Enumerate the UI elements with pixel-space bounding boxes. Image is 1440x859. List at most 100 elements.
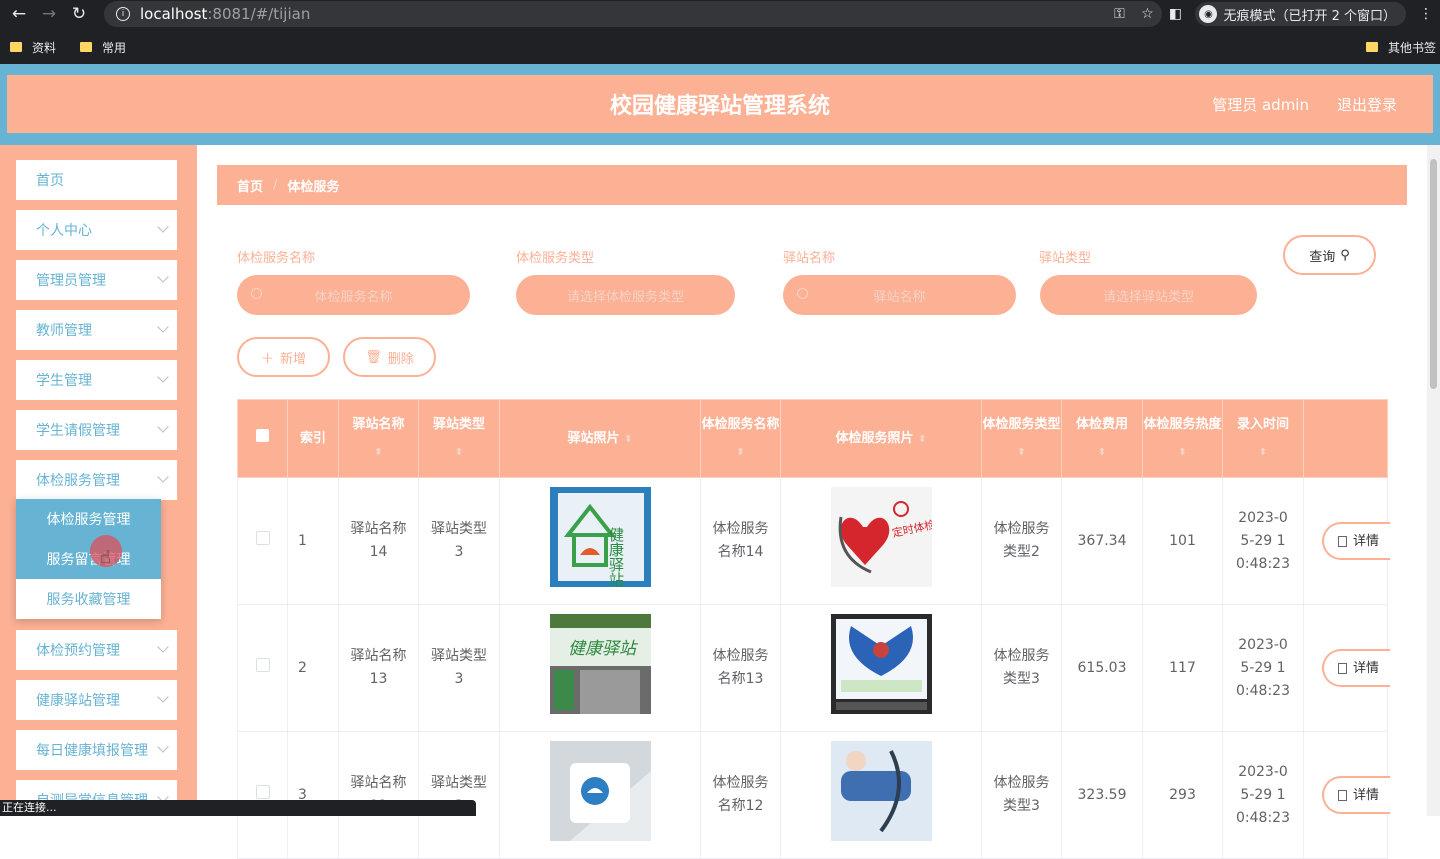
app-topbar: 校园健康驿站管理系统 管理员 admin 退出登录: [0, 64, 1440, 145]
station-type-select[interactable]: 请选择驿站类型: [1040, 275, 1257, 315]
select-all-checkbox[interactable]: [256, 429, 269, 442]
detail-button[interactable]: 详情: [1322, 649, 1390, 687]
breadcrumb-separator: /: [273, 177, 278, 193]
star-icon[interactable]: ☆: [1133, 6, 1161, 22]
logout-link[interactable]: 退出登录: [1337, 94, 1397, 115]
sidebar-item-label: 管理员管理: [36, 273, 106, 289]
row-select-cell: [237, 731, 288, 859]
cell-index: 2: [287, 604, 339, 732]
station-name-input[interactable]: 驿站名称: [783, 275, 1016, 315]
sort-icon[interactable]: ⬍: [918, 434, 926, 445]
placeholder: 驿站名称: [873, 289, 926, 305]
submenu-item-favorites[interactable]: 服务收藏管理: [16, 579, 161, 619]
col-label: 体检服务照片: [835, 430, 914, 446]
sidebar-item-label: 首页: [36, 173, 64, 189]
folder-icon: [10, 42, 22, 52]
sidebar-item-personal[interactable]: 个人中心: [16, 210, 177, 250]
key-icon[interactable]: ⚿: [1105, 6, 1133, 22]
chevron-down-icon: [157, 471, 169, 483]
cell-heat: 101: [1142, 477, 1223, 605]
app-title: 校园健康驿站管理系统: [609, 94, 830, 119]
row-checkbox[interactable]: [255, 784, 270, 799]
col-index: 索引: [287, 399, 339, 478]
cell-service-name: 体检服务名称13: [700, 604, 781, 732]
col-service-photo[interactable]: 体检服务照片 ⬍: [780, 399, 982, 478]
filter-label-station-name: 驿站名称: [783, 251, 836, 266]
col-station-photo[interactable]: 驿站照片 ⬍: [499, 399, 701, 478]
other-bookmarks[interactable]: 其他书签: [1365, 39, 1436, 56]
sort-icon[interactable]: ⬍: [1098, 447, 1106, 458]
col-heat[interactable]: 体检服务热度 ⬍: [1142, 399, 1223, 478]
cell-fee: 367.34: [1061, 477, 1143, 605]
col-label: 驿站照片: [567, 430, 620, 446]
photo-text: 健康驿站: [607, 527, 625, 587]
sidebar-item-daily-report[interactable]: 每日健康填报管理: [16, 730, 177, 770]
service-name-input[interactable]: 体检服务名称: [237, 275, 470, 315]
sort-icon[interactable]: ⬍: [624, 434, 632, 445]
service-type-select[interactable]: 请选择体检服务类型: [516, 275, 735, 315]
sort-icon[interactable]: ⬍: [455, 447, 463, 458]
sidebar-item-checkup-service[interactable]: 体检服务管理: [16, 460, 177, 500]
chevron-down-icon: [157, 321, 169, 333]
detail-button[interactable]: 详情: [1322, 776, 1390, 814]
sort-icon[interactable]: ⬍: [1178, 447, 1186, 458]
incognito-badge[interactable]: ◉ 无痕模式（已打开 2 个窗口）: [1195, 2, 1406, 26]
col-station-name[interactable]: 驿站名称 ⬍: [338, 399, 419, 478]
breadcrumb: 首页 / 体检服务: [217, 165, 1407, 205]
sidepanel-icon[interactable]: ◧: [1161, 6, 1189, 22]
sidebar-item-appointment[interactable]: 体检预约管理: [16, 630, 177, 670]
page-scrollbar[interactable]: [1427, 145, 1440, 816]
sidebar-item-teachers[interactable]: 教师管理: [16, 310, 177, 350]
cell-index: 1: [287, 477, 339, 605]
current-user: 管理员 admin: [1212, 95, 1309, 114]
row-checkbox[interactable]: [255, 530, 270, 545]
sidebar-item-label: 体检预约管理: [36, 643, 120, 659]
document-icon: [1338, 535, 1347, 547]
sidebar-item-students[interactable]: 学生管理: [16, 360, 177, 400]
row-select-cell: [237, 604, 288, 732]
cell-fee: 615.03: [1061, 604, 1143, 732]
bookmark-folder[interactable]: 资料: [10, 39, 56, 56]
col-time[interactable]: 录入时间 ⬍: [1222, 399, 1304, 478]
detail-button[interactable]: 详情: [1322, 522, 1390, 560]
col-actions: [1303, 399, 1388, 478]
sort-icon[interactable]: ⬍: [1017, 447, 1025, 458]
sidebar-item-admins[interactable]: 管理员管理: [16, 260, 177, 300]
col-service-type[interactable]: 体检服务类型 ⬍: [981, 399, 1062, 478]
cell-station-type: 驿站类型3: [418, 731, 500, 859]
cell-station-photo: 健康驿站: [499, 477, 701, 605]
submenu-item-messages[interactable]: 服务留言管理: [16, 539, 161, 579]
scrollbar-thumb[interactable]: [1430, 159, 1437, 389]
submenu-item-service[interactable]: 体检服务管理: [16, 499, 161, 539]
search-icon: [797, 288, 808, 299]
sort-icon[interactable]: ⬍: [736, 447, 744, 458]
delete-button[interactable]: 🗑 删除: [343, 337, 436, 377]
sidebar-item-home[interactable]: 首页: [16, 160, 177, 200]
col-service-name[interactable]: 体检服务名称 ⬍: [700, 399, 781, 478]
col-station-type[interactable]: 驿站类型 ⬍: [418, 399, 500, 478]
document-icon: [1338, 789, 1347, 801]
bookmark-folder[interactable]: 常用: [80, 39, 126, 56]
breadcrumb-current: 体检服务: [287, 179, 340, 195]
sort-icon[interactable]: ⬍: [374, 447, 382, 458]
back-icon[interactable]: ←: [8, 3, 30, 25]
col-label: 索引: [299, 431, 326, 446]
cell-station-name: 驿站名称12: [338, 731, 419, 859]
sidebar-item-leave[interactable]: 学生请假管理: [16, 410, 177, 450]
sort-icon[interactable]: ⬍: [1259, 447, 1267, 458]
sidebar-item-station[interactable]: 健康驿站管理: [16, 680, 177, 720]
bookmark-label: 资料: [32, 40, 57, 55]
info-icon[interactable]: i: [116, 7, 130, 21]
breadcrumb-home[interactable]: 首页: [237, 176, 263, 195]
row-checkbox[interactable]: [255, 657, 270, 672]
cell-station-name: 驿站名称13: [338, 604, 419, 732]
forward-icon[interactable]: →: [38, 3, 60, 25]
col-fee[interactable]: 体检费用 ⬍: [1061, 399, 1143, 478]
query-button[interactable]: 查询 ⚲: [1283, 235, 1376, 275]
add-button[interactable]: ＋ 新增: [237, 337, 330, 377]
address-bar[interactable]: i localhost:8081/#/tijian: [104, 1, 1162, 27]
menu-icon[interactable]: ⋮: [1412, 6, 1440, 22]
cell-station-name: 驿站名称14: [338, 477, 419, 605]
search-icon: ⚲: [1340, 247, 1350, 263]
reload-icon[interactable]: ↻: [68, 3, 90, 25]
